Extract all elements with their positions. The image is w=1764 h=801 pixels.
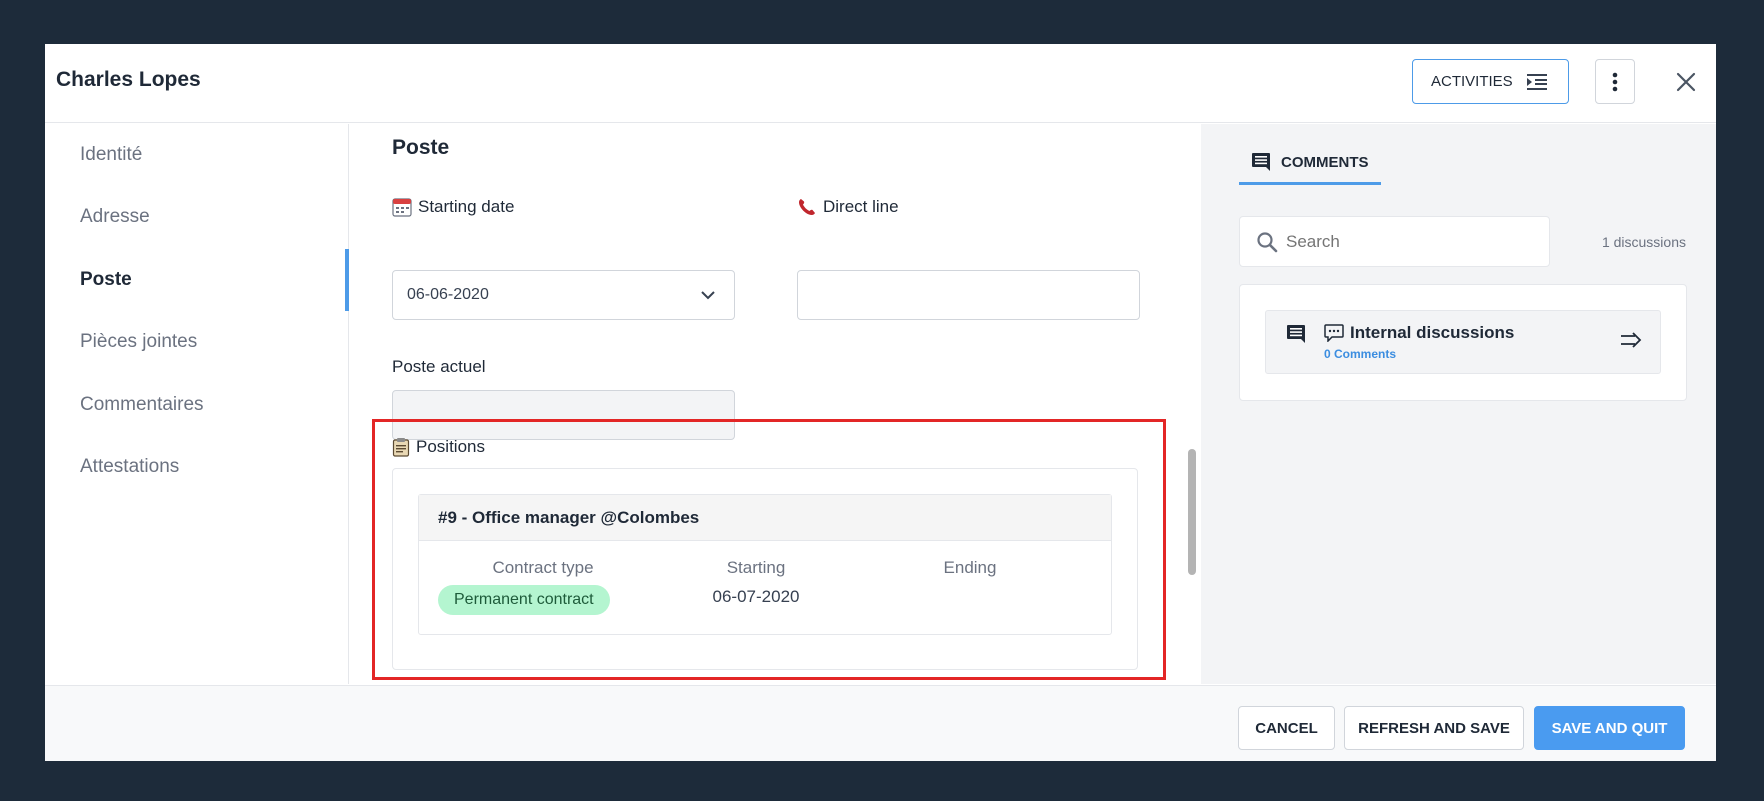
form-panel: Poste Starting date 06-06-2020 Direct li… (350, 124, 1200, 684)
search-input[interactable] (1286, 231, 1526, 252)
modal-header: Charles Lopes ACTIVITIES (45, 44, 1716, 123)
poste-actuel-label: Poste actuel (392, 357, 486, 377)
starting-date-label: Starting date (392, 197, 514, 217)
clipboard-icon (392, 438, 410, 457)
nav-item-identite[interactable]: Identité (80, 144, 142, 166)
form-scrollbar[interactable] (1188, 449, 1196, 575)
refresh-and-save-button[interactable]: REFRESH AND SAVE (1344, 706, 1524, 750)
activities-button[interactable]: ACTIVITIES (1412, 59, 1569, 104)
tab-comments[interactable]: COMMENTS (1239, 152, 1381, 185)
employee-modal: Charles Lopes ACTIVITIES Identité Adress… (45, 44, 1716, 761)
modal-title: Charles Lopes (56, 68, 201, 91)
nav-item-poste[interactable]: Poste (80, 269, 132, 291)
direct-line-input[interactable] (797, 270, 1140, 320)
discussions-count: 1 discussions (1601, 234, 1686, 250)
comments-panel: COMMENTS 1 discussions (1201, 124, 1716, 684)
active-nav-indicator (345, 249, 349, 311)
nav-item-adresse[interactable]: Adresse (80, 206, 150, 228)
tab-comments-label: COMMENTS (1281, 153, 1369, 171)
nav-item-pieces-jointes[interactable]: Pièces jointes (80, 331, 197, 353)
contract-type-badge: Permanent contract (438, 585, 610, 615)
discussion-item[interactable]: Internal discussions 0 Comments (1265, 310, 1661, 374)
more-options-button[interactable] (1595, 59, 1635, 104)
comments-search[interactable] (1239, 216, 1550, 267)
positions-label-text: Positions (416, 437, 485, 456)
starting-date-value: 06-06-2020 (407, 286, 489, 303)
close-icon (1676, 72, 1696, 92)
chevron-down-icon (701, 291, 715, 300)
position-item[interactable]: #9 - Office manager @Colombes Contract t… (418, 494, 1112, 635)
calendar-icon (392, 198, 412, 217)
open-arrow-icon[interactable] (1620, 331, 1642, 349)
discussion-title-text: Internal discussions (1350, 323, 1515, 342)
phone-icon (799, 199, 815, 215)
section-nav: Identité Adresse Poste Pièces jointes Co… (45, 124, 349, 684)
ending-label: Ending (943, 558, 997, 577)
direct-line-label: Direct line (797, 197, 899, 217)
kebab-menu-icon (1612, 72, 1618, 91)
starting-date-select[interactable]: 06-06-2020 (392, 270, 735, 320)
nav-item-commentaires[interactable]: Commentaires (80, 394, 204, 416)
starting-label: Starting (726, 558, 786, 577)
starting-date-label-text: Starting date (418, 197, 515, 216)
save-and-quit-button[interactable]: SAVE AND QUIT (1534, 706, 1685, 750)
discussion-title: Internal discussions (1324, 323, 1514, 343)
nav-item-attestations[interactable]: Attestations (80, 456, 179, 478)
poste-actuel-label-text: Poste actuel (392, 357, 486, 376)
search-icon (1257, 231, 1278, 252)
close-button[interactable] (1666, 62, 1706, 102)
cancel-button[interactable]: CANCEL (1238, 706, 1335, 750)
indent-list-icon (1526, 73, 1547, 90)
comment-icon (1252, 153, 1270, 171)
section-title: Poste (392, 136, 450, 159)
speech-bubble-icon (1324, 324, 1344, 342)
discussions-list: Internal discussions 0 Comments (1239, 284, 1687, 401)
direct-line-label-text: Direct line (823, 197, 899, 216)
comment-icon (1287, 325, 1305, 343)
contract-type-label: Contract type (492, 558, 594, 577)
discussion-comment-count[interactable]: 0 Comments (1324, 347, 1396, 361)
modal-footer: CANCEL REFRESH AND SAVE SAVE AND QUIT (45, 685, 1716, 761)
starting-value: 06-07-2020 (712, 587, 800, 606)
activities-label: ACTIVITIES (1431, 73, 1513, 90)
positions-label: Positions (392, 437, 485, 457)
position-title: #9 - Office manager @Colombes (419, 495, 1111, 541)
positions-list: #9 - Office manager @Colombes Contract t… (392, 468, 1138, 670)
